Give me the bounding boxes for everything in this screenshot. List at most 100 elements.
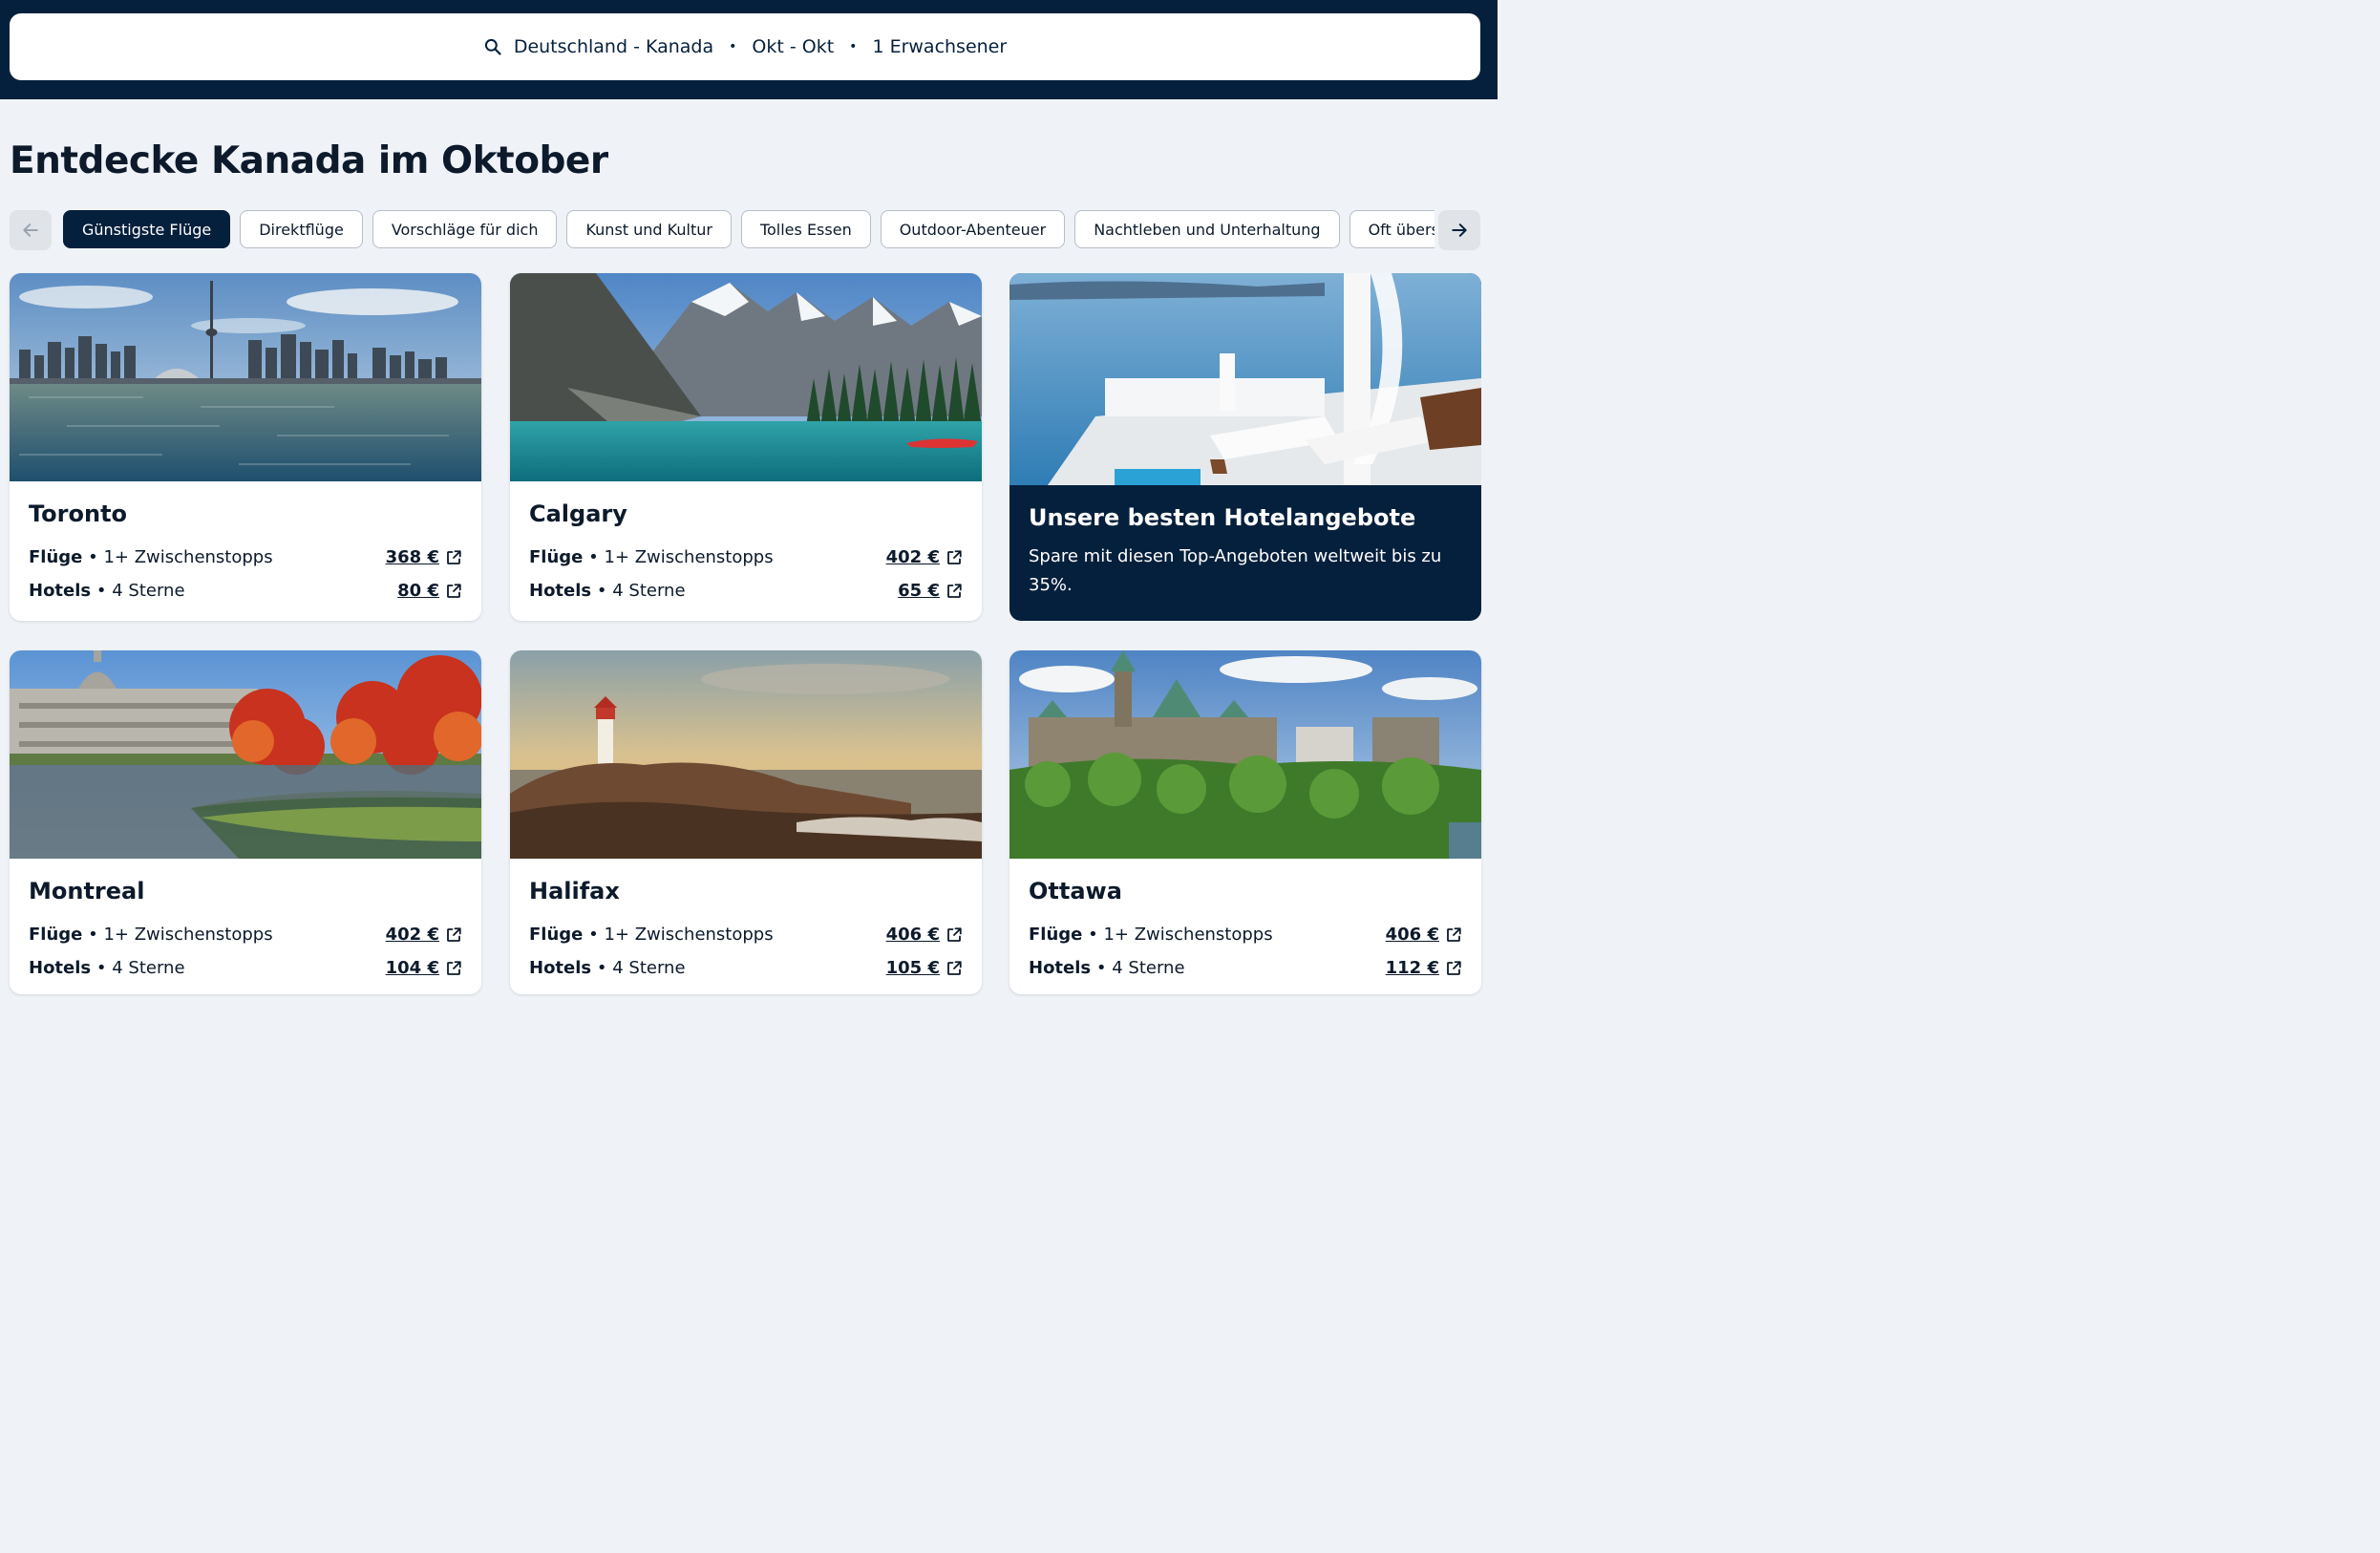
promo-title: Unsere besten Hotelangebote — [1029, 504, 1416, 531]
hotels-label: Hotels — [529, 581, 592, 601]
external-link-icon — [1447, 926, 1461, 942]
category-chip[interactable]: Oft übersehen — [1349, 210, 1434, 248]
destination-card-montreal[interactable]: Montreal Flüge • 1+ Zwischenstopps 402 €… — [10, 650, 481, 994]
category-chip[interactable]: Outdoor-Abenteuer — [880, 210, 1066, 248]
flight-price-link[interactable]: 402 € — [386, 925, 462, 945]
flight-price-link[interactable]: 368 € — [386, 547, 462, 567]
flight-price: 406 € — [885, 925, 940, 945]
flight-price: 368 € — [385, 547, 439, 567]
stars-text: • 4 Sterne — [96, 581, 185, 601]
halifax-photo — [510, 650, 982, 859]
hotel-price-link[interactable]: 104 € — [386, 958, 462, 978]
hotel-price: 80 € — [397, 581, 439, 601]
hotel-price: 65 € — [898, 581, 940, 601]
flight-price-link[interactable]: 406 € — [886, 925, 963, 945]
search-travellers: 1 Erwachsener — [872, 36, 1008, 57]
hotels-label: Hotels — [529, 958, 592, 978]
flights-row: Flüge • 1+ Zwischenstopps 368 € — [29, 541, 462, 574]
city-name: Ottawa — [1029, 878, 1122, 904]
external-link-icon — [947, 926, 962, 942]
hotels-label: Hotels — [29, 958, 92, 978]
hotels-row: Hotels • 4 Sterne 65 € — [529, 574, 963, 607]
arrow-left-icon — [23, 223, 38, 237]
flights-label: Flüge — [29, 547, 83, 567]
scroll-left-button[interactable] — [10, 210, 52, 250]
stars-text: • 4 Sterne — [596, 958, 686, 978]
city-name: Calgary — [529, 500, 627, 527]
external-link-icon — [947, 583, 962, 598]
hotel-price-link[interactable]: 105 € — [886, 958, 963, 978]
flight-price-link[interactable]: 402 € — [886, 547, 963, 567]
external-link-icon — [447, 960, 461, 975]
flights-label: Flüge — [29, 925, 83, 945]
flights-row: Flüge • 1+ Zwischenstopps 406 € — [529, 918, 963, 951]
promo-subtitle: Spare mit diesen Top-Angeboten weltweit … — [1029, 546, 1442, 595]
hotel-price-link[interactable]: 112 € — [1386, 958, 1462, 978]
flight-price: 406 € — [1385, 925, 1439, 945]
category-chip[interactable]: Kunst und Kultur — [566, 210, 732, 248]
hotel-price: 104 € — [385, 958, 439, 978]
search-summary[interactable]: Deutschland - Kanada • Okt - Okt • 1 Erw… — [10, 13, 1480, 80]
toronto-photo — [10, 273, 481, 481]
flight-price-link[interactable]: 406 € — [1386, 925, 1462, 945]
hotels-row: Hotels • 4 Sterne 80 € — [29, 574, 462, 607]
stars-text: • 4 Sterne — [1095, 958, 1185, 978]
hotels-row: Hotels • 4 Sterne 104 € — [29, 951, 462, 985]
hotels-label: Hotels — [1029, 958, 1092, 978]
promo-photo — [1009, 273, 1481, 485]
hotels-row: Hotels • 4 Sterne 105 € — [529, 951, 963, 985]
hotel-price-link[interactable]: 80 € — [397, 581, 462, 601]
category-chip[interactable]: Nachtleben und Unterhaltung — [1074, 210, 1340, 248]
destination-card-toronto[interactable]: Toronto Flüge • 1+ Zwischenstopps 368 € … — [10, 273, 481, 621]
flights-row: Flüge • 1+ Zwischenstopps 402 € — [529, 541, 963, 574]
city-name: Halifax — [529, 878, 620, 904]
flights-row: Flüge • 1+ Zwischenstopps 406 € — [1029, 918, 1462, 951]
category-chip[interactable]: Direktflüge — [240, 210, 363, 248]
flights-label: Flüge — [529, 547, 584, 567]
external-link-icon — [1447, 960, 1461, 975]
scroll-right-button[interactable] — [1438, 210, 1480, 250]
flight-price: 402 € — [385, 925, 439, 945]
hotel-deals-promo[interactable]: Unsere besten Hotelangebote Spare mit di… — [1009, 273, 1481, 621]
external-link-icon — [447, 549, 461, 564]
search-route: Deutschland - Kanada — [513, 36, 714, 57]
external-link-icon — [947, 549, 962, 564]
flight-price: 402 € — [885, 547, 940, 567]
stops-text: • 1+ Zwischenstopps — [588, 547, 774, 567]
arrow-right-icon — [1452, 223, 1467, 237]
flights-label: Flüge — [529, 925, 584, 945]
category-filter-row: Günstigste Flüge Direktflüge Vorschläge fü… — [10, 210, 1480, 250]
montreal-photo — [10, 650, 481, 859]
external-link-icon — [447, 583, 461, 598]
destination-card-calgary[interactable]: Calgary Flüge • 1+ Zwischenstopps 402 € … — [510, 273, 982, 621]
page-title: Entdecke Kanada im Oktober — [10, 139, 608, 182]
destination-card-halifax[interactable]: Halifax Flüge • 1+ Zwischenstopps 406 € … — [510, 650, 982, 994]
flights-label: Flüge — [1029, 925, 1083, 945]
stops-text: • 1+ Zwischenstopps — [88, 925, 273, 945]
category-chips: Günstigste Flüge Direktflüge Vorschläge fü… — [63, 210, 1434, 250]
stops-text: • 1+ Zwischenstopps — [588, 925, 774, 945]
external-link-icon — [447, 926, 461, 942]
category-chip[interactable]: Vorschläge für dich — [372, 210, 558, 248]
separator: • — [849, 39, 858, 54]
calgary-photo — [510, 273, 982, 481]
city-name: Montreal — [29, 878, 145, 904]
hotel-price-link[interactable]: 65 € — [898, 581, 963, 601]
stops-text: • 1+ Zwischenstopps — [1088, 925, 1273, 945]
flights-row: Flüge • 1+ Zwischenstopps 402 € — [29, 918, 462, 951]
destination-card-ottawa[interactable]: Ottawa Flüge • 1+ Zwischenstopps 406 € H… — [1009, 650, 1481, 994]
search-icon — [484, 38, 501, 55]
hotels-row: Hotels • 4 Sterne 112 € — [1029, 951, 1462, 985]
stops-text: • 1+ Zwischenstopps — [88, 547, 273, 567]
category-chip[interactable]: Tolles Essen — [740, 210, 871, 248]
hotel-price: 105 € — [885, 958, 940, 978]
ottawa-photo — [1009, 650, 1481, 859]
category-chip[interactable]: Günstigste Flüge — [63, 210, 231, 248]
separator: • — [729, 39, 737, 54]
hotel-price: 112 € — [1385, 958, 1439, 978]
search-dates: Okt - Okt — [752, 36, 835, 57]
stars-text: • 4 Sterne — [96, 958, 185, 978]
external-link-icon — [947, 960, 962, 975]
hotels-label: Hotels — [29, 581, 92, 601]
stars-text: • 4 Sterne — [596, 581, 686, 601]
